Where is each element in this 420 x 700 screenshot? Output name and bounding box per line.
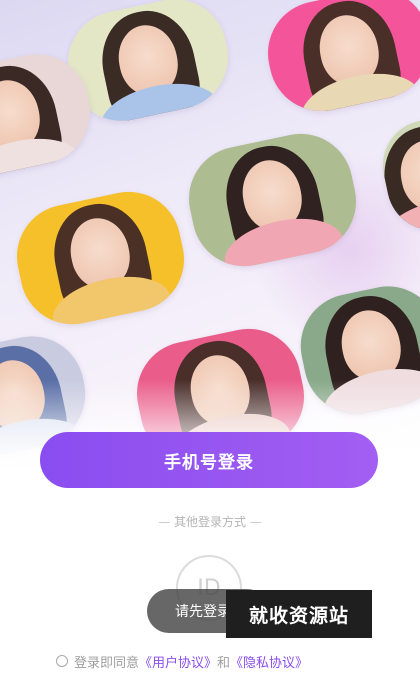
agreement-row: 登录即同意 《用户协议》 和 《隐私协议》 <box>56 652 308 671</box>
photo-girl-pink-flowers <box>258 0 420 121</box>
user-agreement-link[interactable]: 《用户协议》 <box>139 652 217 671</box>
privacy-agreement-link[interactable]: 《隐私协议》 <box>230 652 308 671</box>
agreement-and: 和 <box>217 655 231 671</box>
watermark-logo: 就收资源站 <box>226 590 372 638</box>
photo-girl-yellow <box>7 182 194 334</box>
photo-gallery-background <box>0 0 420 470</box>
agreement-prefix: 登录即同意 <box>74 655 140 671</box>
phone-login-button[interactable]: 手机号登录 <box>40 432 378 488</box>
other-login-text: 其他登录方式 <box>173 515 246 529</box>
agree-radio-button[interactable] <box>56 655 68 667</box>
other-login-methods-label: — 其他登录方式 — <box>158 515 262 529</box>
toast-text: 请先登录 <box>175 604 231 620</box>
